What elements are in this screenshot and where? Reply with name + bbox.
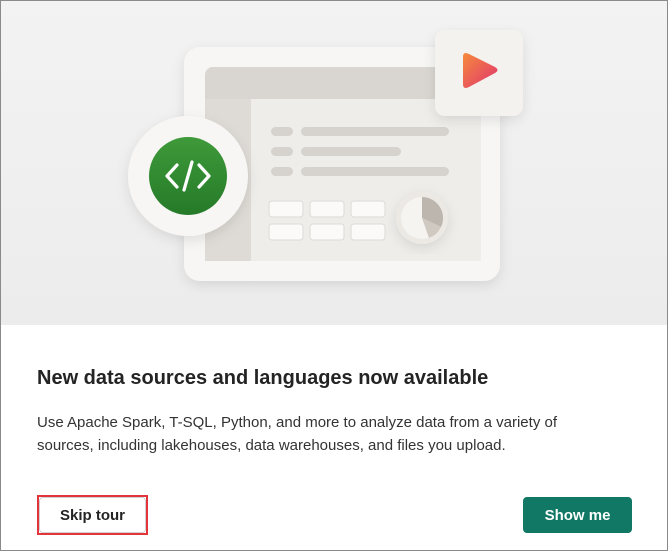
play-icon bbox=[435, 30, 523, 116]
code-brackets-icon bbox=[128, 116, 248, 236]
skip-tour-button[interactable]: Skip tour bbox=[39, 497, 146, 533]
dialog-title: New data sources and languages now avail… bbox=[37, 367, 489, 389]
tour-dialog: New data sources and languages now avail… bbox=[0, 0, 668, 551]
hero-art bbox=[128, 30, 523, 281]
dialog-description: Use Apache Spark, T-SQL, Python, and mor… bbox=[37, 414, 557, 454]
hero-illustration bbox=[1, 1, 667, 325]
pie-chart-icon bbox=[396, 192, 448, 244]
show-me-button[interactable]: Show me bbox=[523, 497, 632, 533]
